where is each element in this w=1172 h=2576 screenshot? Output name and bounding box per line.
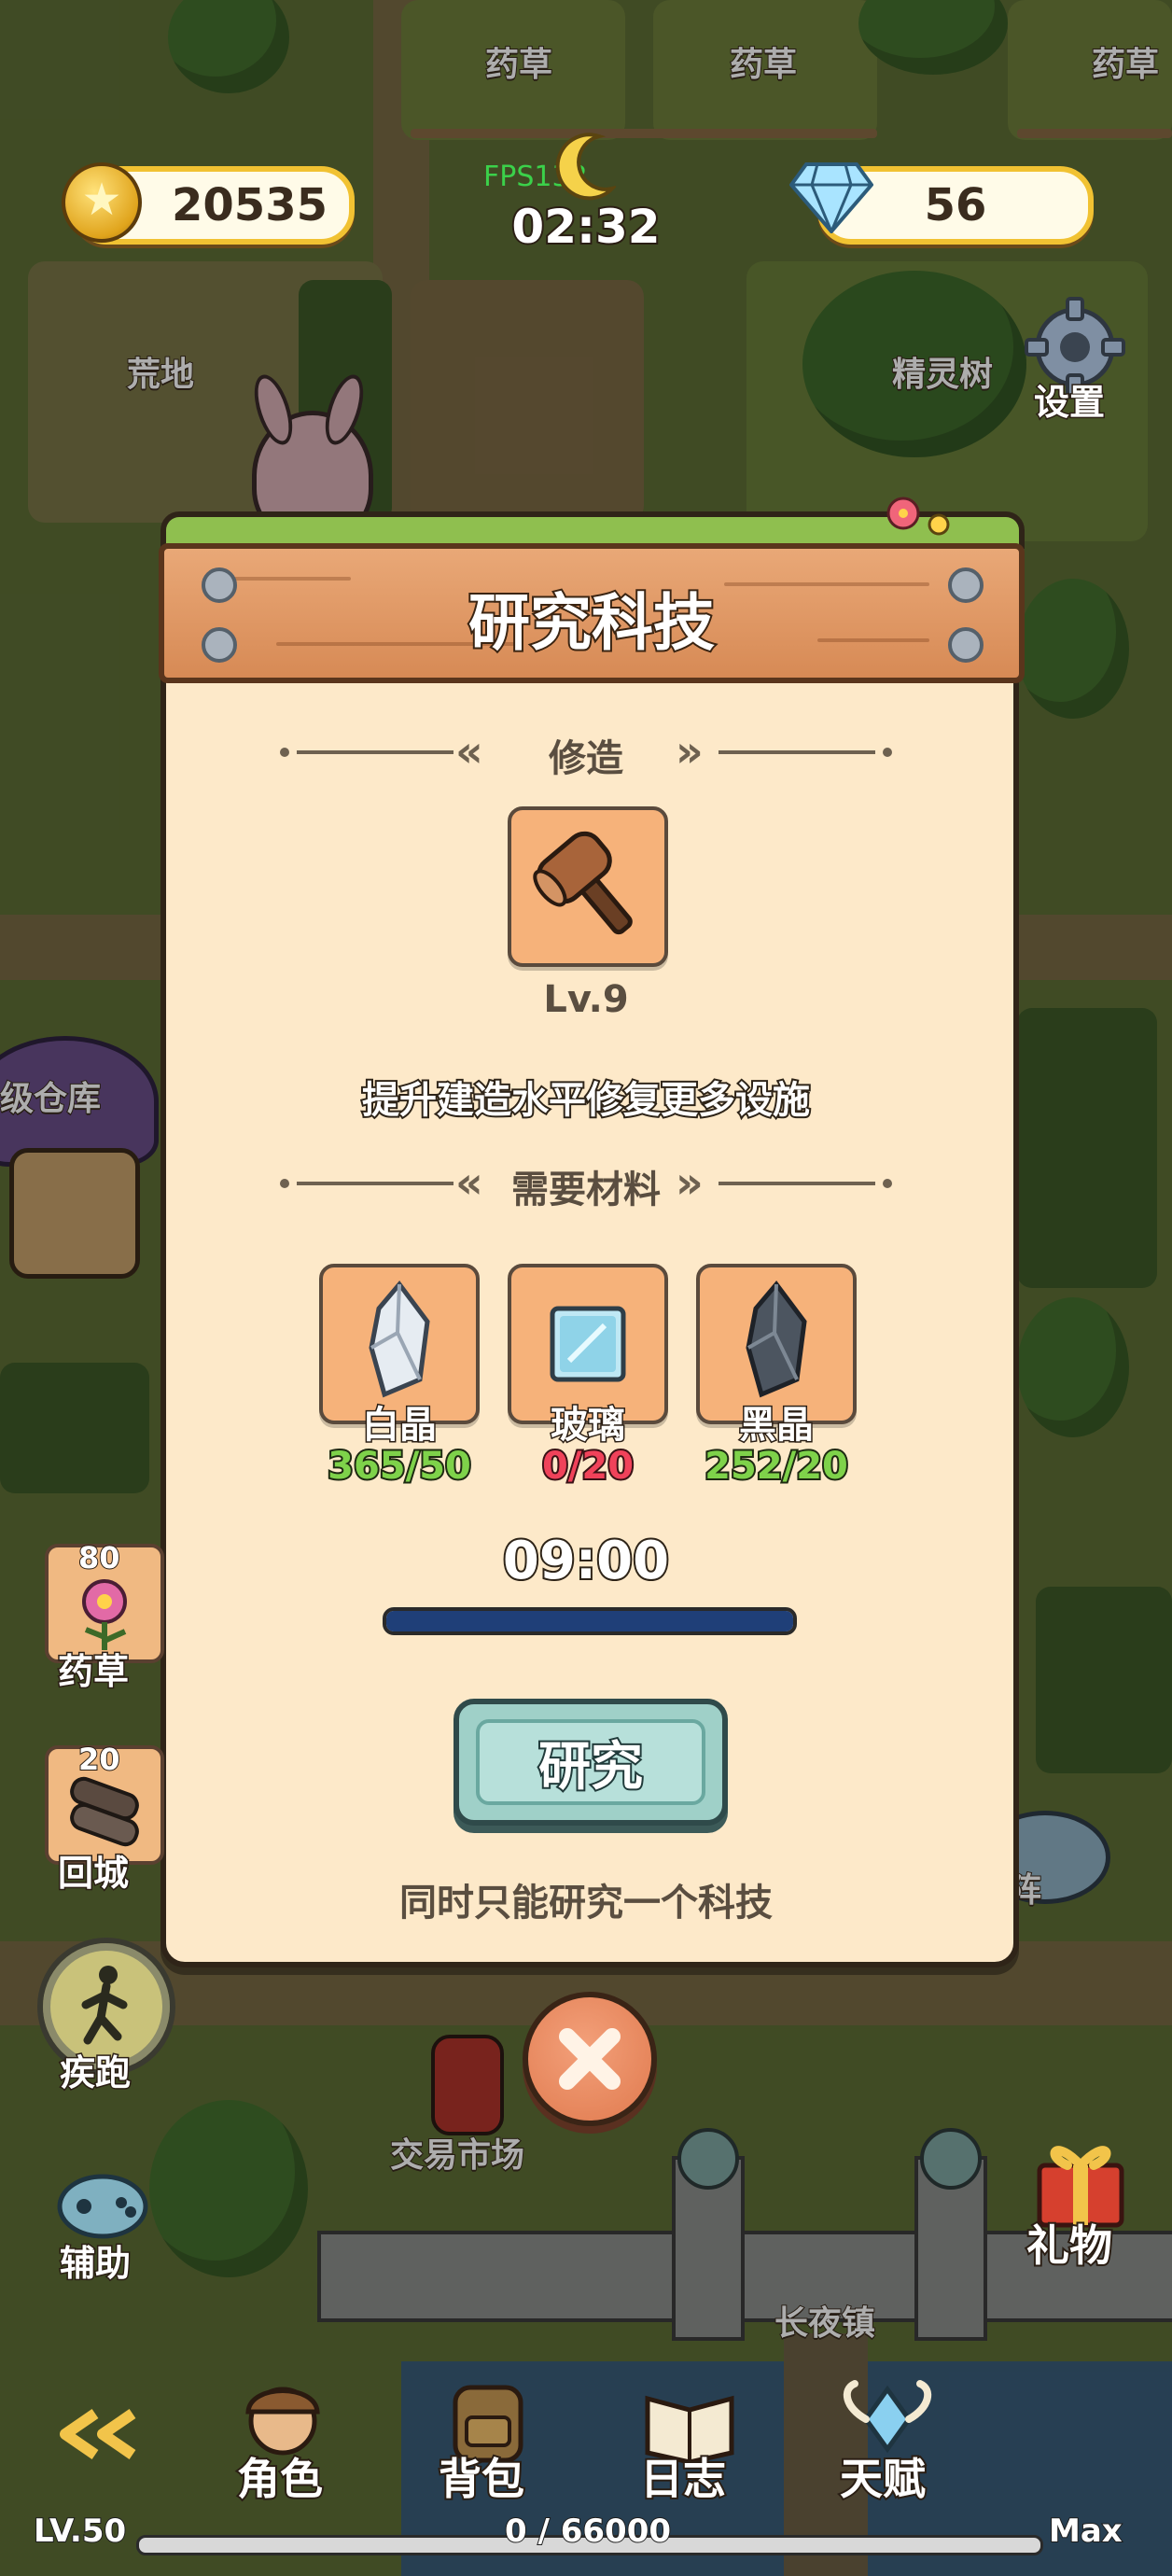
assist-button[interactable]: [52, 2156, 153, 2246]
divider-line: [297, 750, 453, 754]
coin-icon: ★: [62, 162, 142, 243]
dialog-title-plank: 研究科技: [159, 543, 1025, 683]
divider-line: [719, 750, 875, 754]
game-clock: 02:32: [509, 198, 662, 256]
material-count: 365/50: [326, 1443, 473, 1490]
chevron-right-icon: »: [676, 726, 704, 777]
assist-label: 辅助: [58, 2242, 132, 2286]
material-name: 玻璃: [550, 1403, 627, 1449]
research-progress-bar: [383, 1607, 797, 1635]
player-level: LV.50: [33, 2512, 127, 2551]
hammer-icon: [533, 831, 633, 935]
tech-description: 提升建造水平修复更多设施: [360, 1077, 812, 1124]
research-timer: 09:00: [501, 1529, 671, 1593]
collapse-menu-icon[interactable]: [52, 2408, 149, 2460]
sprint-label: 疾跑: [58, 2051, 132, 2095]
research-progress-fill: [386, 1611, 793, 1631]
settings-label[interactable]: 设置: [1032, 373, 1106, 425]
divider-line: [297, 1182, 453, 1185]
material-count: 0/20: [540, 1443, 635, 1490]
xp-progress-text: 0 / 66000: [504, 2512, 672, 2551]
herb-count: 80: [77, 1539, 121, 1576]
gift-label[interactable]: 礼物: [1025, 2212, 1114, 2274]
chevron-left-icon: «: [455, 726, 483, 777]
herb-shortcut-label: 药草: [56, 1650, 130, 1694]
research-limit-note: 同时只能研究一个科技: [399, 1882, 773, 1925]
divider-line: [719, 1182, 875, 1185]
material-name: 黑晶: [738, 1403, 816, 1449]
coin-amount: 20535: [172, 179, 328, 231]
nav-backpack-label[interactable]: 背包: [437, 2445, 526, 2507]
nav-character-label[interactable]: 角色: [235, 2445, 325, 2507]
divider-dot: [883, 1179, 892, 1188]
return-town-count: 20: [77, 1741, 121, 1778]
xp-max-label: Max: [1048, 2512, 1123, 2551]
close-icon: [559, 2028, 621, 2090]
tech-level: Lv.9: [543, 978, 629, 1021]
dialog-title: 研究科技: [467, 585, 717, 661]
material-name: 白晶: [361, 1403, 439, 1449]
research-button[interactable]: 研究: [453, 1699, 728, 1826]
nav-journal-label[interactable]: 日志: [638, 2445, 728, 2507]
research-button-label: 研究: [537, 1735, 645, 1799]
return-town-label: 回城: [56, 1852, 130, 1896]
divider-dot: [280, 1179, 289, 1188]
gamepad-icon: [57, 2174, 148, 2239]
diamond-icon: [789, 162, 873, 233]
nav-talent-label[interactable]: 天赋: [838, 2445, 928, 2507]
flower-decoration-icon: [886, 497, 950, 536]
divider-dot: [280, 748, 289, 757]
chevron-left-icon: «: [455, 1157, 483, 1208]
chevron-right-icon: »: [676, 1157, 704, 1208]
tech-icon-slot: [508, 806, 668, 967]
tech-category-name: 修造: [549, 737, 623, 780]
divider-dot: [883, 748, 892, 757]
materials-header: 需要材料: [511, 1169, 661, 1211]
moon-icon: [555, 133, 616, 201]
material-count: 252/20: [703, 1443, 850, 1490]
close-button[interactable]: [523, 1992, 657, 2126]
